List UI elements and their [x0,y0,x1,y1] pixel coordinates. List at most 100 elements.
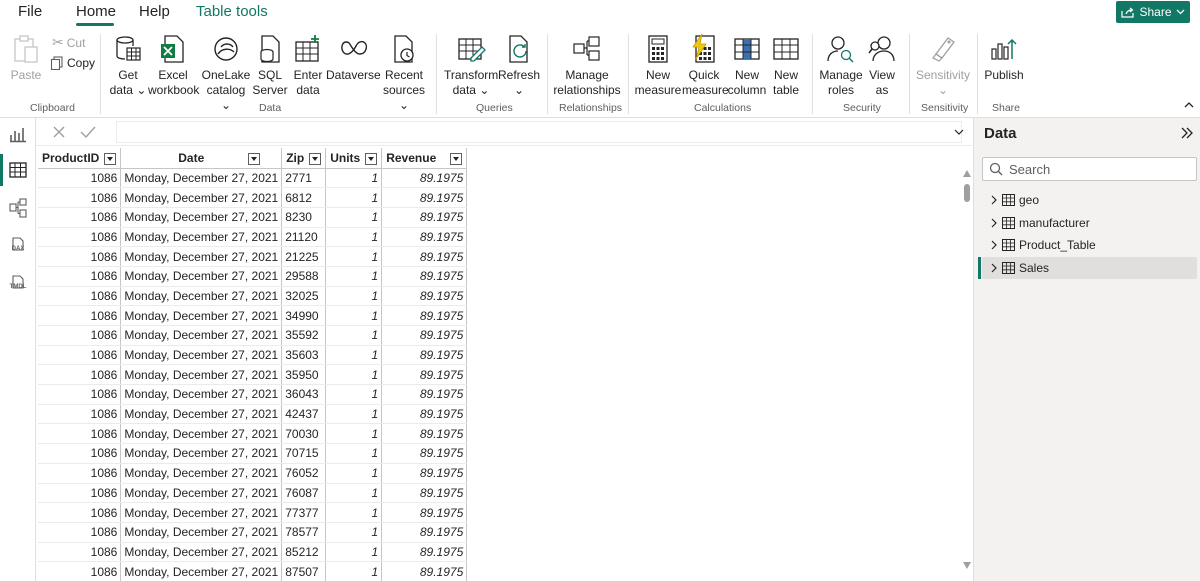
filter-dropdown-icon[interactable] [104,152,117,165]
cell-revenue[interactable]: 89.1975 [381,404,468,425]
cell-revenue[interactable]: 89.1975 [381,325,468,346]
cell-units[interactable]: 1 [325,246,383,267]
cell-revenue[interactable]: 89.1975 [381,364,468,386]
cell-productid[interactable]: 1086 [38,246,122,267]
cell-zip[interactable]: 87507 [281,561,327,581]
get-data-button[interactable]: Get data ⌄ [108,34,148,98]
excel-workbook-button[interactable]: Excel workbook [148,34,199,98]
table-row[interactable]: 1086 Monday, December 27, 2021 76087 1 89.19… [38,483,468,504]
cell-date[interactable]: Monday, December 27, 2021 [120,187,283,208]
cell-date[interactable]: Monday, December 27, 2021 [120,305,283,326]
cell-units[interactable]: 1 [325,502,383,523]
cell-date[interactable]: Monday, December 27, 2021 [120,502,283,523]
recent-sources-button[interactable]: Recent sources ⌄ [380,34,428,113]
scrollbar-thumb[interactable] [964,184,970,202]
filter-dropdown-icon[interactable] [365,152,378,165]
cell-revenue[interactable]: 89.1975 [381,522,468,543]
cell-units[interactable]: 1 [325,305,383,326]
new-table-button[interactable]: New table [768,34,804,98]
column-header-units[interactable]: Units [325,148,383,169]
column-header-revenue[interactable]: Revenue [381,148,468,169]
cell-zip[interactable]: 21120 [281,227,327,248]
cell-zip[interactable]: 70715 [281,443,327,464]
manage-roles-button[interactable]: Manage roles [818,34,864,98]
cell-units[interactable]: 1 [325,227,383,248]
filter-dropdown-icon[interactable] [309,152,322,165]
cell-units[interactable]: 1 [325,542,383,563]
cell-productid[interactable]: 1086 [38,423,122,445]
cell-units[interactable]: 1 [325,364,383,386]
cell-units[interactable]: 1 [325,207,383,228]
manage-relationships-button[interactable]: Manage relationships [552,34,622,98]
cell-productid[interactable]: 1086 [38,207,122,228]
chevron-right-icon[interactable] [990,195,998,205]
chevron-right-icon[interactable] [990,240,998,250]
cell-units[interactable]: 1 [325,522,383,543]
cell-date[interactable]: Monday, December 27, 2021 [120,542,283,563]
table-row[interactable]: 1086 Monday, December 27, 2021 35592 1 89.19… [38,325,468,346]
cell-date[interactable]: Monday, December 27, 2021 [120,345,283,366]
table-view-icon[interactable] [6,158,30,182]
cell-productid[interactable]: 1086 [38,404,122,425]
sensitivity-button[interactable]: Sensitivity ⌄ [914,34,972,98]
cell-zip[interactable]: 76087 [281,483,327,504]
cell-units[interactable]: 1 [325,345,383,366]
cell-zip[interactable]: 8230 [281,207,327,228]
sql-server-button[interactable]: SQL Server [252,34,288,98]
column-header-productid[interactable]: ProductID [38,148,122,169]
cell-date[interactable]: Monday, December 27, 2021 [120,463,283,484]
cell-units[interactable]: 1 [325,266,383,287]
cell-revenue[interactable]: 89.1975 [381,266,468,287]
cell-date[interactable]: Monday, December 27, 2021 [120,423,283,445]
column-header-zip[interactable]: Zip [281,148,327,169]
new-measure-button[interactable]: New measure [634,34,682,98]
cell-revenue[interactable]: 89.1975 [381,463,468,484]
table-row[interactable]: 1086 Monday, December 27, 2021 32025 1 89.19… [38,286,468,307]
cell-date[interactable]: Monday, December 27, 2021 [120,325,283,346]
cell-revenue[interactable]: 89.1975 [381,384,468,405]
cell-productid[interactable]: 1086 [38,364,122,386]
table-row[interactable]: 1086 Monday, December 27, 2021 35950 1 89.19… [38,364,468,386]
cell-date[interactable]: Monday, December 27, 2021 [120,483,283,504]
data-pane-item-geo[interactable]: geo [982,189,1197,211]
cell-productid[interactable]: 1086 [38,266,122,287]
share-button[interactable]: Share [1116,1,1190,23]
dataverse-button[interactable]: Dataverse [326,34,381,83]
cell-units[interactable]: 1 [325,384,383,405]
cell-productid[interactable]: 1086 [38,483,122,504]
copy-button[interactable]: Copy [50,56,95,70]
table-row[interactable]: 1086 Monday, December 27, 2021 2771 1 89.197… [38,168,468,189]
cell-date[interactable]: Monday, December 27, 2021 [120,207,283,228]
cell-productid[interactable]: 1086 [38,463,122,484]
cell-productid[interactable]: 1086 [38,522,122,543]
cell-zip[interactable]: 78577 [281,522,327,543]
cell-revenue[interactable]: 89.1975 [381,443,468,464]
table-row[interactable]: 1086 Monday, December 27, 2021 87507 1 89.19… [38,561,468,581]
commit-formula-icon[interactable] [80,125,96,139]
cell-productid[interactable]: 1086 [38,561,122,581]
table-row[interactable]: 1086 Monday, December 27, 2021 70030 1 89.19… [38,423,468,445]
cell-units[interactable]: 1 [325,168,383,189]
cell-zip[interactable]: 2771 [281,168,327,189]
view-as-button[interactable]: View as [864,34,900,98]
table-row[interactable]: 1086 Monday, December 27, 2021 85212 1 89.19… [38,542,468,563]
refresh-button[interactable]: Refresh ⌄ [498,34,540,98]
cell-revenue[interactable]: 89.1975 [381,542,468,563]
cell-zip[interactable]: 6812 [281,187,327,208]
cell-date[interactable]: Monday, December 27, 2021 [120,246,283,267]
tmdl-view-icon[interactable]: TMDL [6,270,30,294]
cell-date[interactable]: Monday, December 27, 2021 [120,286,283,307]
cell-date[interactable]: Monday, December 27, 2021 [120,266,283,287]
table-row[interactable]: 1086 Monday, December 27, 2021 70715 1 89.19… [38,443,468,464]
cell-zip[interactable]: 35950 [281,364,327,386]
cell-zip[interactable]: 76052 [281,463,327,484]
cell-productid[interactable]: 1086 [38,305,122,326]
table-row[interactable]: 1086 Monday, December 27, 2021 6812 1 89.197… [38,187,468,208]
cell-zip[interactable]: 35603 [281,345,327,366]
cell-productid[interactable]: 1086 [38,502,122,523]
cell-productid[interactable]: 1086 [38,443,122,464]
cell-date[interactable]: Monday, December 27, 2021 [120,227,283,248]
table-row[interactable]: 1086 Monday, December 27, 2021 35603 1 89.19… [38,345,468,366]
cell-productid[interactable]: 1086 [38,168,122,189]
cell-revenue[interactable]: 89.1975 [381,207,468,228]
